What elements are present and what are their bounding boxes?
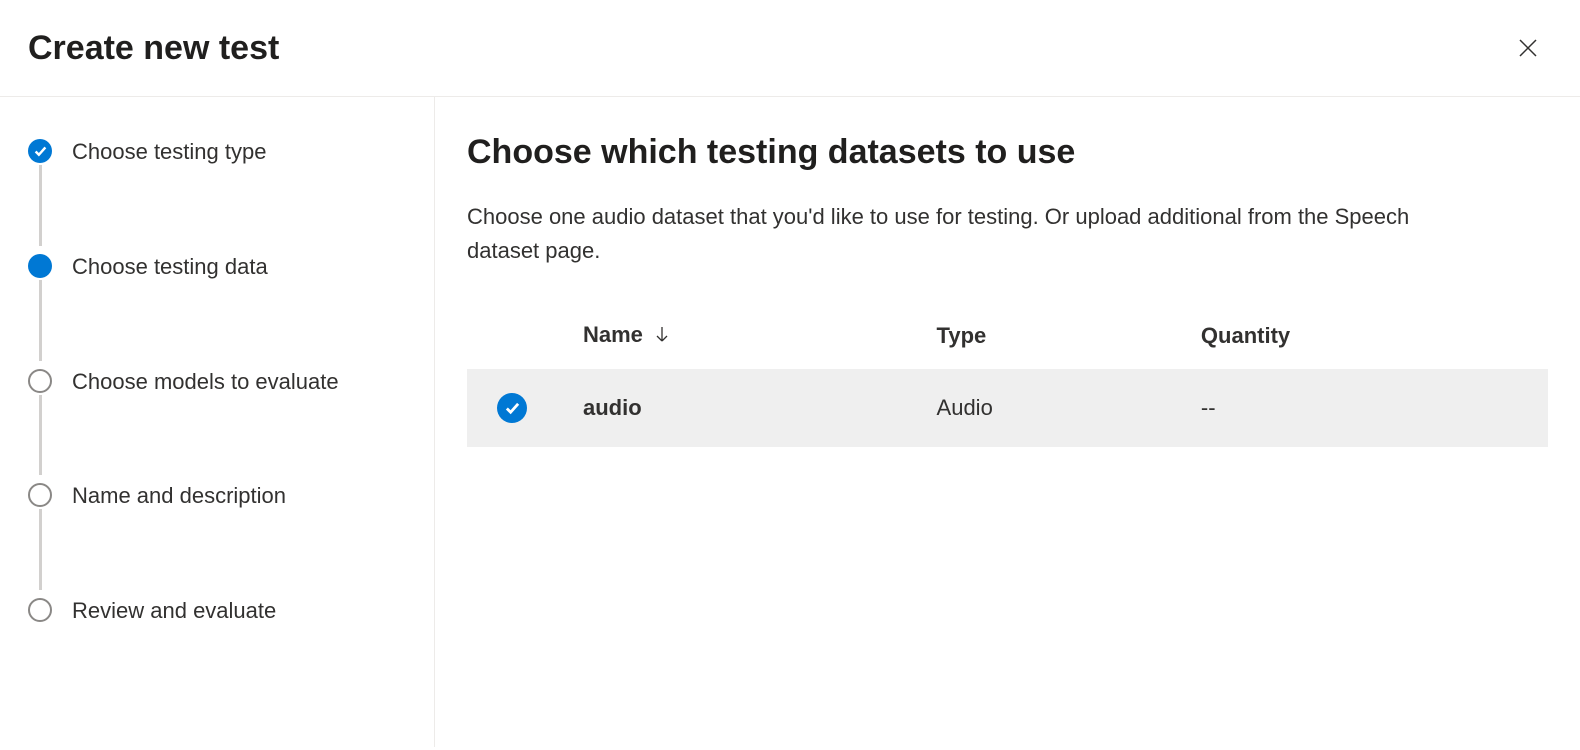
table-header-row: Name Type Quantity bbox=[467, 308, 1548, 369]
step-connector bbox=[39, 395, 42, 476]
row-selected-indicator[interactable] bbox=[497, 393, 527, 423]
step-choose-testing-data[interactable]: Choose testing data bbox=[28, 252, 406, 367]
dialog-title: Create new test bbox=[28, 29, 279, 68]
step-choose-testing-type[interactable]: Choose testing type bbox=[28, 137, 406, 252]
datasets-table: Name Type Quantity bbox=[467, 308, 1548, 447]
step-label: Review and evaluate bbox=[72, 596, 276, 627]
column-header-label: Name bbox=[583, 322, 643, 347]
row-type-cell: Audio bbox=[921, 369, 1185, 447]
step-connector bbox=[39, 280, 42, 361]
column-header-label: Quantity bbox=[1201, 323, 1290, 348]
step-connector bbox=[39, 509, 42, 590]
checkmark-icon bbox=[34, 145, 47, 158]
step-label: Choose models to evaluate bbox=[72, 367, 339, 398]
step-indicator-current bbox=[28, 254, 52, 278]
step-connector bbox=[39, 165, 42, 246]
column-header-label: Type bbox=[937, 323, 987, 348]
close-button[interactable] bbox=[1508, 28, 1548, 68]
panel-heading: Choose which testing datasets to use bbox=[467, 133, 1548, 172]
wizard-steps: Choose testing type Choose testing data … bbox=[28, 137, 406, 627]
row-quantity-cell: -- bbox=[1185, 369, 1548, 447]
sort-arrow-down-icon bbox=[655, 323, 669, 349]
close-icon bbox=[1516, 36, 1540, 60]
step-indicator-upcoming bbox=[28, 369, 52, 393]
wizard-sidebar: Choose testing type Choose testing data … bbox=[0, 97, 435, 747]
column-header-name[interactable]: Name bbox=[567, 308, 921, 369]
step-indicator-upcoming bbox=[28, 598, 52, 622]
row-select-cell[interactable] bbox=[467, 369, 567, 447]
column-header-type[interactable]: Type bbox=[921, 308, 1185, 369]
column-header-select bbox=[467, 308, 567, 369]
step-indicator-upcoming bbox=[28, 483, 52, 507]
step-label: Name and description bbox=[72, 481, 286, 512]
step-name-description[interactable]: Name and description bbox=[28, 481, 406, 596]
step-choose-models[interactable]: Choose models to evaluate bbox=[28, 367, 406, 482]
panel-description: Choose one audio dataset that you'd like… bbox=[467, 200, 1487, 268]
column-header-quantity[interactable]: Quantity bbox=[1185, 308, 1548, 369]
row-name-cell: audio bbox=[567, 369, 921, 447]
table-row[interactable]: audio Audio -- bbox=[467, 369, 1548, 447]
step-indicator-complete bbox=[28, 139, 52, 163]
dialog-header: Create new test bbox=[0, 0, 1580, 97]
checkmark-icon bbox=[505, 401, 520, 416]
main-panel: Choose which testing datasets to use Cho… bbox=[435, 97, 1580, 747]
step-review-evaluate[interactable]: Review and evaluate bbox=[28, 596, 406, 627]
step-label: Choose testing type bbox=[72, 137, 266, 168]
step-label: Choose testing data bbox=[72, 252, 268, 283]
dialog-body: Choose testing type Choose testing data … bbox=[0, 97, 1580, 747]
